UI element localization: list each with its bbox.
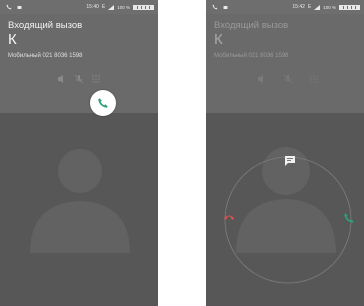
mic-off-icon[interactable]: [73, 73, 85, 85]
dialpad-icon[interactable]: [90, 73, 102, 85]
battery-icon: [133, 4, 154, 10]
call-title: Входящий вызов: [8, 20, 83, 31]
battery-percent: 100 %: [117, 4, 130, 10]
phone-hangup-icon[interactable]: [223, 211, 235, 223]
network-type: E: [307, 4, 312, 10]
phone-icon[interactable]: [343, 212, 355, 224]
signal-icon: [108, 4, 115, 10]
status-bar: 15:42 E 100 %: [206, 0, 364, 14]
incoming-call-screen-right: 15:42 E 100 % Входящий вызов К Мобильный…: [206, 0, 364, 306]
swipe-ring: [224, 156, 352, 284]
caller-number: Мобильный 021 8036 1598: [8, 53, 83, 59]
notification-icon: [223, 5, 228, 9]
status-bar: 15:40 E 100 %: [0, 0, 158, 14]
signal-icon: [314, 4, 321, 10]
incoming-call-screen-left: 15:40 E 100 % Входящий вызов К Мобильный…: [0, 0, 158, 306]
speaker-icon[interactable]: [256, 73, 268, 85]
call-status-icon: [6, 4, 12, 10]
mic-off-icon[interactable]: [282, 73, 294, 85]
battery-percent: 100 %: [323, 4, 336, 10]
call-status-icon: [212, 4, 218, 10]
network-type: E: [101, 4, 106, 10]
contact-avatar: [30, 149, 130, 253]
message-icon[interactable]: [284, 155, 296, 167]
status-time: 15:42: [292, 4, 305, 10]
call-title: Входящий вызов: [214, 20, 289, 31]
answer-button[interactable]: [90, 90, 116, 116]
call-body: [0, 113, 158, 306]
caller-number: Мобильный 021 8036 1598: [214, 53, 289, 59]
caller-name: К: [214, 31, 223, 48]
call-controls: [206, 73, 364, 85]
status-time: 15:40: [86, 4, 99, 10]
dialpad-icon[interactable]: [308, 73, 320, 85]
call-controls: [0, 73, 158, 85]
speaker-icon[interactable]: [56, 73, 68, 85]
call-body: [206, 113, 364, 306]
caller-name: К: [8, 31, 17, 48]
notification-icon: [17, 5, 22, 9]
battery-icon: [339, 4, 360, 10]
phone-icon: [98, 98, 108, 108]
